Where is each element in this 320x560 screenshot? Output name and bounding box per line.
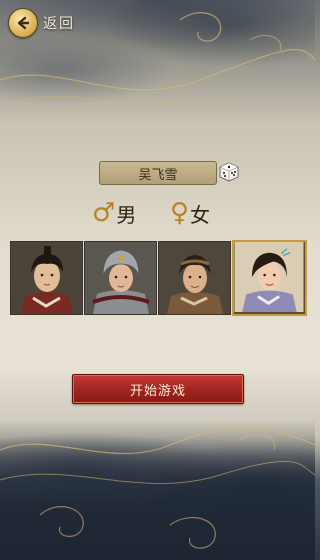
female-symbol-icon: ♀ xyxy=(170,198,190,228)
male-label: 男 xyxy=(116,202,137,227)
portrait-option[interactable] xyxy=(10,241,83,315)
character-portrait-3 xyxy=(159,242,230,314)
back-label: 返回 xyxy=(43,16,75,32)
portrait-selector xyxy=(10,240,307,316)
gender-male-option[interactable]: ♂ 男 xyxy=(92,196,136,230)
character-portrait-4 xyxy=(234,242,304,312)
portrait-option-selected[interactable] xyxy=(232,240,307,316)
back-arrow-icon xyxy=(8,8,38,38)
swirl-decoration-bottom xyxy=(0,427,315,549)
character-portrait-1 xyxy=(11,242,82,314)
portrait-option[interactable] xyxy=(84,241,157,315)
start-game-button[interactable]: 开始游戏 xyxy=(72,374,244,404)
portrait-option[interactable] xyxy=(158,241,231,315)
back-button[interactable]: 返回 xyxy=(8,8,75,38)
female-label: 女 xyxy=(190,202,211,227)
character-name-field[interactable]: 吴飞雪 xyxy=(99,161,217,185)
gender-female-option[interactable]: ♀ 女 xyxy=(170,196,210,230)
male-symbol-icon: ♂ xyxy=(92,198,116,228)
random-name-dice-icon[interactable] xyxy=(219,162,239,182)
gender-selector: ♂ 男 ♀ 女 xyxy=(0,196,315,230)
character-portrait-2 xyxy=(85,242,156,314)
